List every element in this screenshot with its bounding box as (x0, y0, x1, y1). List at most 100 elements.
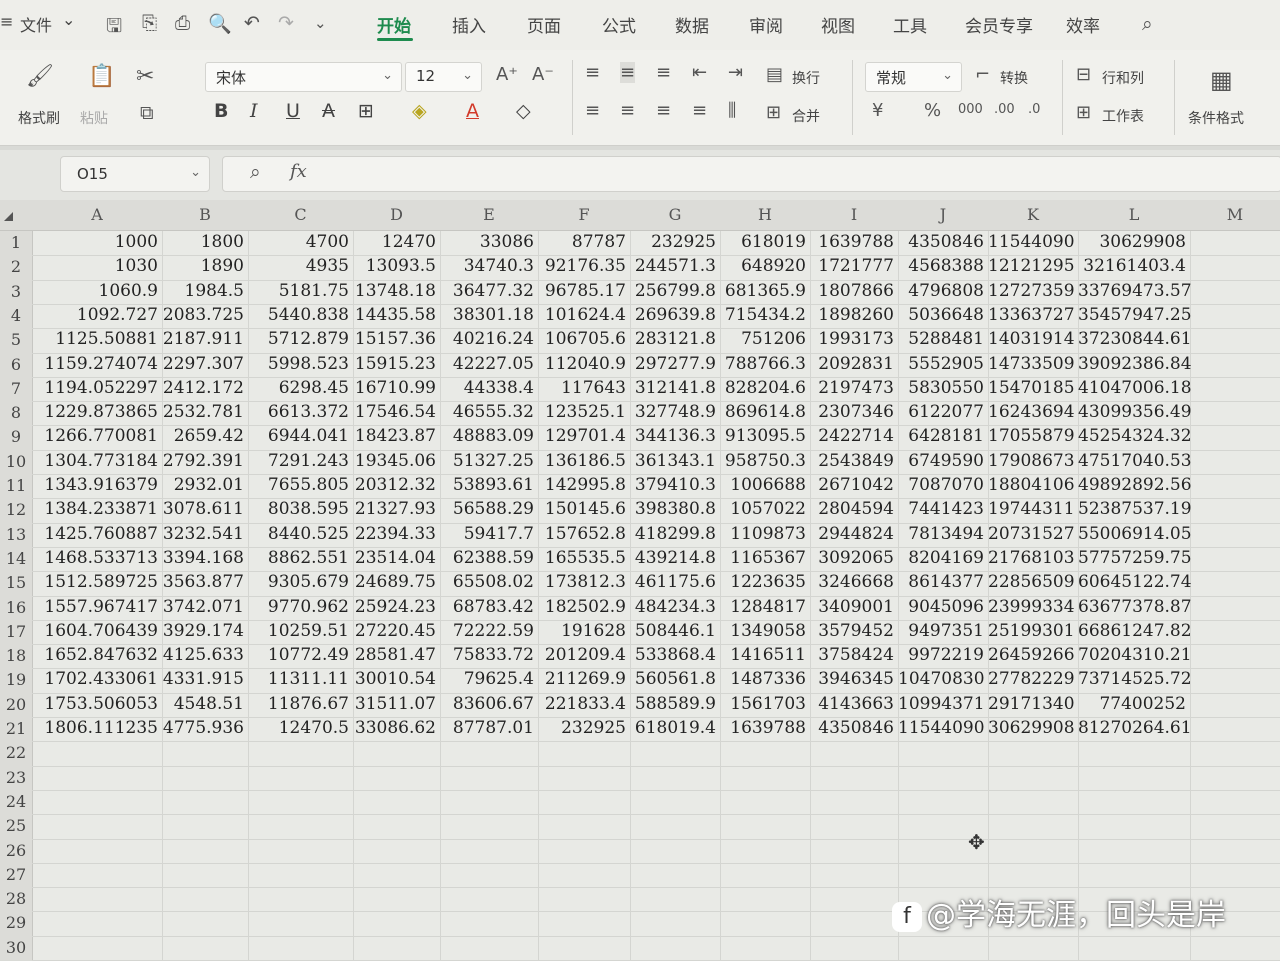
cell-j9[interactable]: 6428181 (898, 426, 984, 446)
cell-c10[interactable]: 7291.243 (248, 451, 349, 471)
formula-input[interactable] (222, 156, 1280, 192)
cell-b17[interactable]: 3929.174 (162, 621, 244, 641)
cell-i5[interactable]: 1993173 (810, 329, 894, 349)
cell-f18[interactable]: 201209.4 (538, 645, 626, 665)
cell-j5[interactable]: 5288481 (898, 329, 984, 349)
wrap-text-button[interactable]: 换行 (792, 68, 820, 88)
cell-k17[interactable]: 25199301 (988, 621, 1075, 641)
cell-h8[interactable]: 869614.8 (720, 402, 806, 422)
cell-f11[interactable]: 142995.8 (538, 475, 626, 495)
worksheet-button[interactable]: 工作表 (1102, 106, 1144, 126)
cell-a4[interactable]: 1092.727 (32, 305, 158, 325)
tab-insert[interactable]: 插入 (452, 12, 486, 37)
cell-c16[interactable]: 9770.962 (248, 597, 349, 617)
cell-i4[interactable]: 1898260 (810, 305, 894, 325)
row-header[interactable]: 17 (0, 622, 32, 641)
cell-l6[interactable]: 39092386.84 (1078, 354, 1192, 374)
cell-l16[interactable]: 63677378.87 (1078, 597, 1192, 617)
cell-h18[interactable]: 1416511 (720, 645, 806, 665)
cell-h7[interactable]: 828204.6 (720, 378, 806, 398)
cell-l9[interactable]: 45254324.32 (1078, 426, 1192, 446)
fill-color-icon[interactable]: ◈ (412, 100, 427, 122)
cell-f6[interactable]: 112040.9 (538, 354, 626, 374)
cell-b21[interactable]: 4775.936 (162, 718, 244, 738)
cell-g1[interactable]: 232925 (630, 232, 716, 252)
cell-j8[interactable]: 6122077 (898, 402, 984, 422)
cell-i2[interactable]: 1721777 (810, 256, 894, 276)
cell-a16[interactable]: 1557.967417 (32, 597, 158, 617)
cell-e16[interactable]: 68783.42 (440, 597, 534, 617)
cell-i10[interactable]: 2543849 (810, 451, 894, 471)
quick-access-chevron-icon[interactable]: ⌄ (314, 14, 327, 32)
cell-k1[interactable]: 11544090 (988, 232, 1075, 252)
cell-a12[interactable]: 1384.233871 (32, 499, 158, 519)
cell-a10[interactable]: 1304.773184 (32, 451, 158, 471)
cell-j12[interactable]: 7441423 (898, 499, 984, 519)
cell-b9[interactable]: 2659.42 (162, 426, 244, 446)
cell-g11[interactable]: 379410.3 (630, 475, 716, 495)
cell-i12[interactable]: 2804594 (810, 499, 894, 519)
cell-f12[interactable]: 150145.6 (538, 499, 626, 519)
align-top-icon[interactable]: ≡ (585, 62, 600, 83)
cell-e7[interactable]: 44338.4 (440, 378, 534, 398)
cell-c11[interactable]: 7655.805 (248, 475, 349, 495)
cell-f20[interactable]: 221833.4 (538, 694, 626, 714)
cell-h5[interactable]: 751206 (720, 329, 806, 349)
column-header-j[interactable]: J (898, 205, 988, 224)
cell-b8[interactable]: 2532.781 (162, 402, 244, 422)
cell-l19[interactable]: 73714525.72 (1078, 669, 1192, 689)
cell-d11[interactable]: 20312.32 (353, 475, 436, 495)
cell-k18[interactable]: 26459266 (988, 645, 1075, 665)
cell-e1[interactable]: 33086 (440, 232, 534, 252)
cell-i6[interactable]: 2092831 (810, 354, 894, 374)
cell-c1[interactable]: 4700 (248, 232, 349, 252)
cell-b19[interactable]: 4331.915 (162, 669, 244, 689)
increase-decimal-icon[interactable]: .00 (994, 102, 1015, 117)
column-header-h[interactable]: H (720, 205, 810, 224)
cell-b14[interactable]: 3394.168 (162, 548, 244, 568)
cell-e5[interactable]: 40216.24 (440, 329, 534, 349)
cell-d1[interactable]: 12470 (353, 232, 436, 252)
cell-a2[interactable]: 1030 (32, 256, 158, 276)
cell-d16[interactable]: 25924.23 (353, 597, 436, 617)
cell-f9[interactable]: 129701.4 (538, 426, 626, 446)
cell-f3[interactable]: 96785.17 (538, 281, 626, 301)
cell-d17[interactable]: 27220.45 (353, 621, 436, 641)
row-header[interactable]: 9 (0, 427, 32, 446)
cell-g12[interactable]: 398380.8 (630, 499, 716, 519)
cell-e19[interactable]: 79625.4 (440, 669, 534, 689)
cell-e20[interactable]: 83606.67 (440, 694, 534, 714)
cell-b18[interactable]: 4125.633 (162, 645, 244, 665)
cell-b3[interactable]: 1984.5 (162, 281, 244, 301)
row-header[interactable]: 2 (0, 257, 32, 276)
cell-c13[interactable]: 8440.525 (248, 524, 349, 544)
cell-c2[interactable]: 4935 (248, 256, 349, 276)
cell-l4[interactable]: 35457947.25 (1078, 305, 1192, 325)
cell-g2[interactable]: 244571.3 (630, 256, 716, 276)
file-menu[interactable]: 文件 (20, 12, 52, 36)
indent-increase-icon[interactable]: ⇥ (728, 62, 743, 83)
cell-f17[interactable]: 191628 (538, 621, 626, 641)
column-header-c[interactable]: C (248, 205, 353, 224)
underline-icon[interactable]: U (286, 100, 300, 122)
row-header[interactable]: 16 (0, 598, 32, 617)
cell-a20[interactable]: 1753.506053 (32, 694, 158, 714)
cell-c9[interactable]: 6944.041 (248, 426, 349, 446)
cell-g3[interactable]: 256799.8 (630, 281, 716, 301)
cell-h12[interactable]: 1057022 (720, 499, 806, 519)
align-center-icon[interactable]: ≡ (620, 100, 635, 121)
cell-c8[interactable]: 6613.372 (248, 402, 349, 422)
conditional-format-button[interactable]: 条件格式 (1188, 108, 1244, 128)
row-header[interactable]: 24 (0, 792, 32, 811)
row-header[interactable]: 4 (0, 306, 32, 325)
justify-icon[interactable]: ≡ (692, 100, 707, 121)
border-icon[interactable]: ⊞ (358, 100, 374, 122)
cell-j3[interactable]: 4796808 (898, 281, 984, 301)
row-header[interactable]: 25 (0, 816, 32, 835)
cell-c19[interactable]: 11311.11 (248, 669, 349, 689)
cell-g18[interactable]: 533868.4 (630, 645, 716, 665)
cell-a17[interactable]: 1604.706439 (32, 621, 158, 641)
cell-j14[interactable]: 8204169 (898, 548, 984, 568)
cell-j15[interactable]: 8614377 (898, 572, 984, 592)
cell-e12[interactable]: 56588.29 (440, 499, 534, 519)
